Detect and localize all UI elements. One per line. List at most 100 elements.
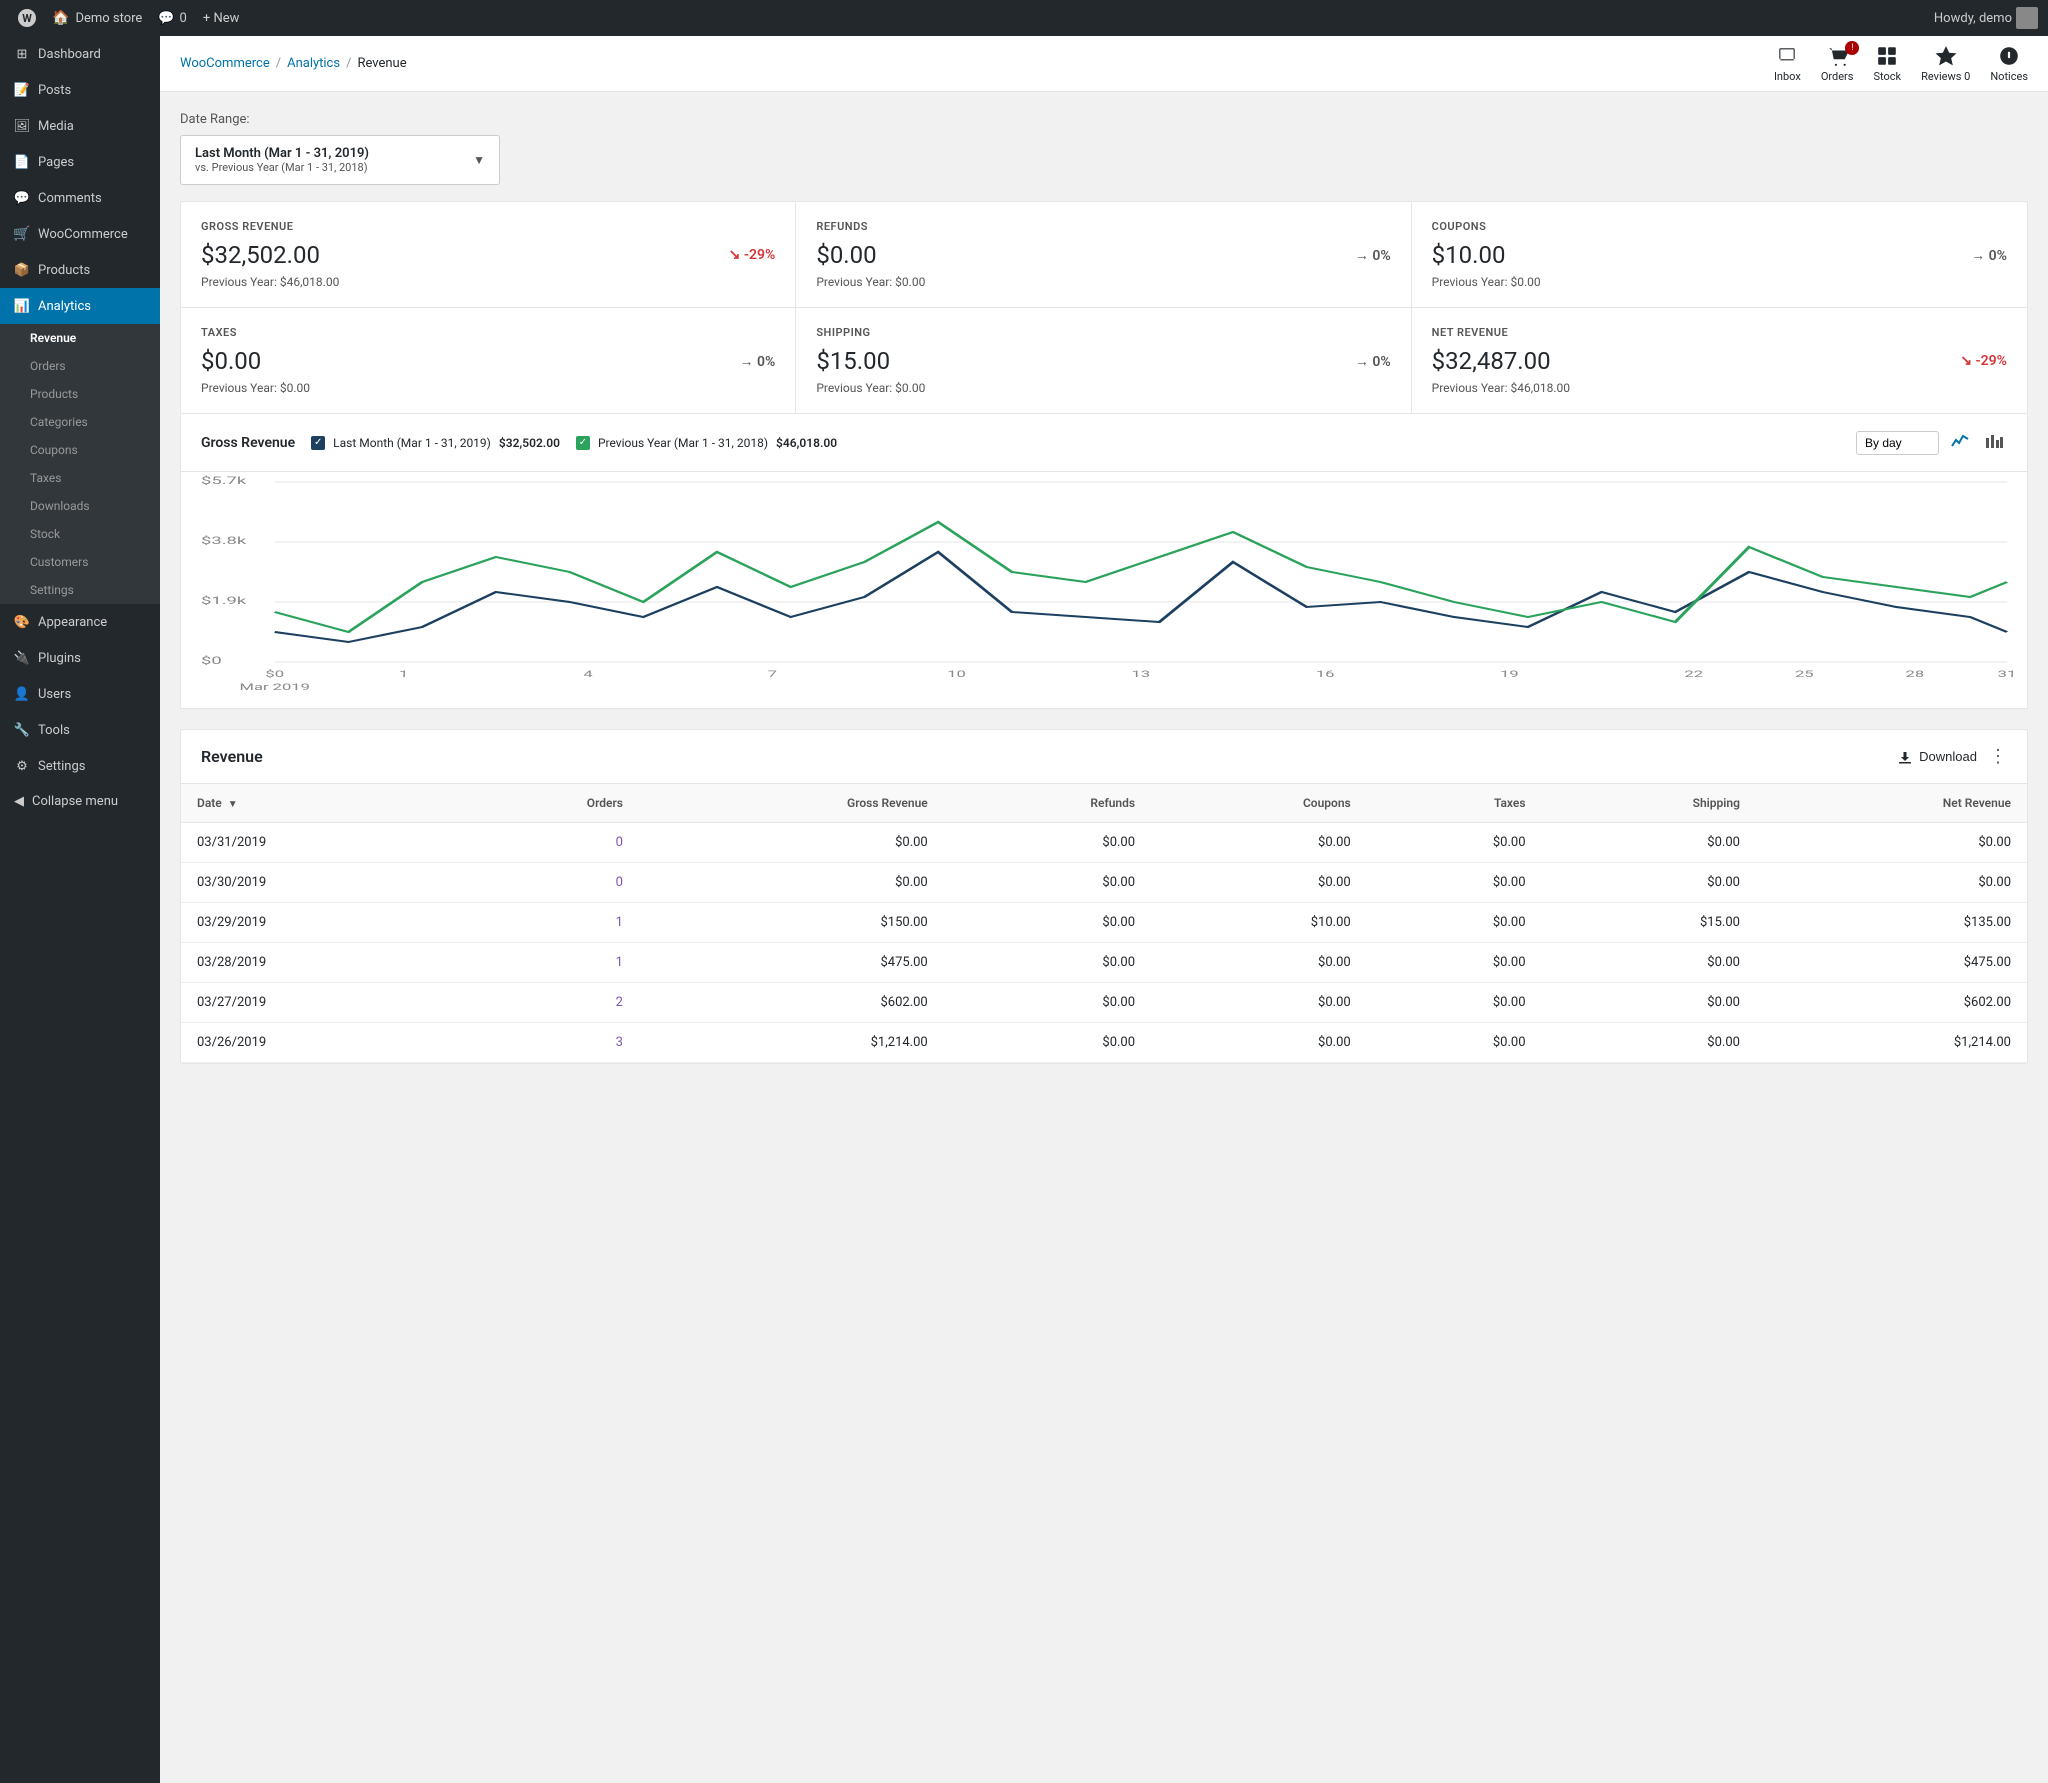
- col-shipping[interactable]: Shipping: [1542, 784, 1756, 823]
- by-day-select[interactable]: By day By week By month: [1856, 431, 1939, 455]
- sidebar-item-products[interactable]: 📦 Products: [0, 252, 160, 288]
- wp-logo-item[interactable]: W: [10, 9, 44, 27]
- legend-label-prev: Previous Year (Mar 1 - 31, 2018): [598, 436, 768, 450]
- sidebar-item-woocommerce[interactable]: 🛒 WooCommerce: [0, 216, 160, 252]
- refunds-value: $0.00: [816, 241, 876, 269]
- net-revenue-label: NET REVENUE: [1432, 326, 2007, 339]
- revenue-chart: $5.7k $3.8k $1.9k $0 $: [201, 472, 2007, 672]
- col-refunds[interactable]: Refunds: [944, 784, 1151, 823]
- cell-orders: 1: [455, 943, 639, 983]
- collapse-menu-button[interactable]: ◀ Collapse menu: [0, 784, 160, 819]
- sidebar-item-pages[interactable]: 📄 Pages: [0, 144, 160, 180]
- col-orders[interactable]: Orders: [455, 784, 639, 823]
- submenu-item-settings[interactable]: Settings: [0, 576, 160, 604]
- legend-label-current: Last Month (Mar 1 - 31, 2019): [333, 436, 491, 450]
- table-row: 03/31/2019 0 $0.00 $0.00 $0.00 $0.00 $0.…: [181, 823, 2027, 863]
- chart-header: Gross Revenue ✓ Last Month (Mar 1 - 31, …: [181, 414, 2027, 472]
- sidebar-item-tools[interactable]: 🔧 Tools: [0, 712, 160, 748]
- woo-icon: 🛒: [14, 226, 30, 242]
- col-taxes[interactable]: Taxes: [1367, 784, 1542, 823]
- shipping-value-row: $15.00 → 0%: [816, 347, 1390, 375]
- table-row: 03/30/2019 0 $0.00 $0.00 $0.00 $0.00 $0.…: [181, 863, 2027, 903]
- cell-orders: 3: [455, 1023, 639, 1063]
- sidebar-item-posts[interactable]: 📝 Posts: [0, 72, 160, 108]
- orders-link[interactable]: 3: [616, 1035, 623, 1050]
- howdy-label: Howdy, demo: [1934, 11, 2012, 26]
- sidebar-item-dashboard[interactable]: ⊞ Dashboard: [0, 36, 160, 72]
- submenu-item-orders[interactable]: Orders: [0, 352, 160, 380]
- submenu-item-downloads[interactable]: Downloads: [0, 492, 160, 520]
- line-chart-button[interactable]: [1947, 428, 1973, 457]
- orders-link[interactable]: 1: [616, 955, 623, 970]
- taxes-prev: Previous Year: $0.00: [201, 381, 775, 395]
- sidebar-item-media[interactable]: 🖼 Media: [0, 108, 160, 144]
- sidebar-item-analytics[interactable]: 📊 Analytics: [0, 288, 160, 324]
- sidebar-item-comments[interactable]: 💬 Comments: [0, 180, 160, 216]
- orders-link[interactable]: 0: [616, 835, 623, 850]
- submenu-item-coupons[interactable]: Coupons: [0, 436, 160, 464]
- top-icon-orders[interactable]: ! Orders: [1821, 45, 1854, 83]
- orders-link[interactable]: 0: [616, 875, 623, 890]
- sidebar-item-plugins[interactable]: 🔌 Plugins: [0, 640, 160, 676]
- col-net-revenue[interactable]: Net Revenue: [1756, 784, 2027, 823]
- submenu-item-products[interactable]: Products: [0, 380, 160, 408]
- breadcrumb-analytics[interactable]: Analytics: [287, 56, 340, 71]
- gross-revenue-prev: Previous Year: $46,018.00: [201, 275, 775, 289]
- submenu-item-categories[interactable]: Categories: [0, 408, 160, 436]
- submenu-item-stock[interactable]: Stock: [0, 520, 160, 548]
- breadcrumb-woocommerce[interactable]: WooCommerce: [180, 56, 270, 71]
- sidebar-item-appearance[interactable]: 🎨 Appearance: [0, 604, 160, 640]
- table-row: 03/28/2019 1 $475.00 $0.00 $0.00 $0.00 $…: [181, 943, 2027, 983]
- cell-date: 03/28/2019: [181, 943, 455, 983]
- download-button[interactable]: Download: [1897, 749, 1977, 765]
- top-icon-notices[interactable]: Notices: [1990, 45, 2028, 83]
- orders-link[interactable]: 1: [616, 915, 623, 930]
- cell-net: $0.00: [1756, 863, 2027, 903]
- sidebar-label-settings: Settings: [38, 759, 85, 774]
- cell-gross: $602.00: [639, 983, 944, 1023]
- comments-icon: 💬: [14, 190, 30, 206]
- top-icon-reviews[interactable]: Reviews 0: [1921, 45, 1970, 83]
- top-icon-stock[interactable]: Stock: [1873, 45, 1901, 83]
- revenue-table: Date ▼ Orders Gross Revenue Refunds Coup…: [181, 784, 2027, 1063]
- sidebar-label-plugins: Plugins: [38, 651, 81, 666]
- sidebar-label-dashboard: Dashboard: [38, 47, 101, 62]
- orders-link[interactable]: 2: [616, 995, 623, 1010]
- gross-revenue-label: GROSS REVENUE: [201, 220, 775, 233]
- home-icon: 🏠: [52, 10, 69, 26]
- main-content: WooCommerce / Analytics / Revenue Inbox …: [160, 36, 2048, 1783]
- col-gross-revenue[interactable]: Gross Revenue: [639, 784, 944, 823]
- top-icon-inbox[interactable]: Inbox: [1774, 45, 1801, 83]
- new-item[interactable]: + New: [195, 11, 248, 26]
- net-revenue-change: ↘ -29%: [1960, 353, 2007, 369]
- bar-chart-icon: [1985, 432, 2003, 450]
- sidebar-label-comments: Comments: [38, 191, 102, 206]
- submenu-item-revenue[interactable]: Revenue: [0, 324, 160, 352]
- submenu-item-customers[interactable]: Customers: [0, 548, 160, 576]
- revenue-table-section: Revenue Download ⋮ Date ▼ Orders: [180, 729, 2028, 1064]
- table-header: Revenue Download ⋮: [181, 730, 2027, 784]
- woo-topbar: WooCommerce / Analytics / Revenue Inbox …: [160, 36, 2048, 92]
- svg-text:19: 19: [1500, 670, 1519, 680]
- date-range-main: Last Month (Mar 1 - 31, 2019): [195, 146, 369, 161]
- comments-item[interactable]: 💬 0: [150, 11, 195, 26]
- bar-chart-button[interactable]: [1981, 428, 2007, 457]
- svg-text:4: 4: [583, 670, 593, 680]
- submenu-item-taxes[interactable]: Taxes: [0, 464, 160, 492]
- stat-card-gross-revenue: GROSS REVENUE $32,502.00 ↘ -29% Previous…: [181, 202, 796, 308]
- site-name-item[interactable]: 🏠 Demo store: [44, 10, 150, 26]
- date-range-dropdown[interactable]: Last Month (Mar 1 - 31, 2019) vs. Previo…: [180, 135, 500, 185]
- more-options-button[interactable]: ⋮: [1989, 746, 2007, 767]
- admin-menu: ⊞ Dashboard 📝 Posts 🖼 Media 📄 Pages 💬 Co…: [0, 36, 160, 1783]
- svg-text:10: 10: [947, 670, 966, 680]
- sidebar-item-settings[interactable]: ⚙ Settings: [0, 748, 160, 784]
- svg-text:$5.7k: $5.7k: [201, 475, 247, 487]
- stat-card-coupons: COUPONS $10.00 → 0% Previous Year: $0.00: [1412, 202, 2027, 308]
- cell-taxes: $0.00: [1367, 983, 1542, 1023]
- col-coupons[interactable]: Coupons: [1151, 784, 1367, 823]
- svg-text:1: 1: [399, 670, 408, 680]
- net-revenue-value-row: $32,487.00 ↘ -29%: [1432, 347, 2007, 375]
- site-name-label: Demo store: [75, 11, 142, 26]
- col-date[interactable]: Date ▼: [181, 784, 455, 823]
- sidebar-item-users[interactable]: 👤 Users: [0, 676, 160, 712]
